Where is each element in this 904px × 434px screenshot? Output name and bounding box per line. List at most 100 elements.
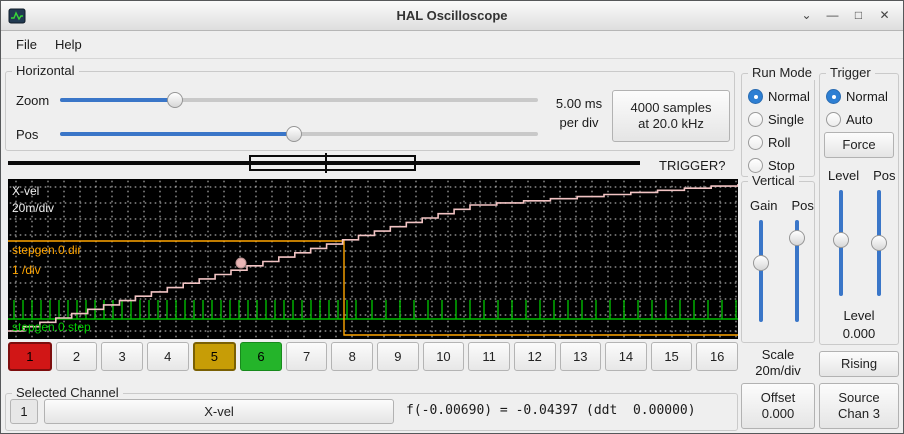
radio-label: Normal [846, 89, 888, 104]
vertical-legend: Vertical [748, 173, 799, 188]
pos-slider-fill [60, 132, 294, 136]
hal-oscilloscope-window: HAL Oscilloscope ⌄ — □ ✕ File Help Horiz… [0, 0, 904, 434]
channel-name-button[interactable]: X-vel [44, 399, 394, 424]
titlebar[interactable]: HAL Oscilloscope ⌄ — □ ✕ [1, 1, 903, 31]
source-caption: Source [838, 390, 879, 406]
trigger-level-caption: Level [820, 308, 898, 323]
channel-button-11[interactable]: 11 [468, 342, 510, 371]
radio-icon [826, 89, 841, 104]
radio-label: Single [768, 112, 804, 127]
run-mode-option-roll[interactable]: Roll [748, 134, 810, 151]
channel-button-8[interactable]: 8 [331, 342, 373, 371]
vertical-group: Vertical Gain Pos [741, 181, 815, 343]
pos-label: Pos [16, 127, 60, 142]
trigger-option-normal[interactable]: Normal [826, 88, 888, 105]
close-icon[interactable]: ✕ [876, 7, 893, 24]
samples-button[interactable]: 4000 samples at 20.0 kHz [612, 90, 730, 142]
channel-button-13[interactable]: 13 [560, 342, 602, 371]
trigger-level-value: 0.000 [820, 326, 898, 341]
gain-label: Gain [750, 198, 777, 213]
pos-slider-thumb[interactable] [286, 126, 302, 142]
channel-button-1[interactable]: 1 [8, 342, 52, 371]
run-mode-option-single[interactable]: Single [748, 111, 810, 128]
trigger-status-label: TRIGGER? [659, 158, 725, 173]
vertical-pos-label: Pos [791, 198, 813, 213]
zoom-slider[interactable] [60, 91, 538, 109]
channel-button-7[interactable]: 7 [286, 342, 328, 371]
channel-button-3[interactable]: 3 [101, 342, 143, 371]
radio-icon [748, 158, 763, 173]
edge-button[interactable]: Rising [819, 351, 899, 377]
channel-button-2[interactable]: 2 [56, 342, 98, 371]
dir-scale-label: 1 /div [12, 263, 41, 277]
trigger-pos-slider[interactable] [870, 190, 888, 296]
channel-button-14[interactable]: 14 [605, 342, 647, 371]
step-signal-label: stepgen.0.step [12, 320, 91, 334]
channel-value-readout: f(-0.00690) = -0.04397 (ddt 0.00000) [406, 403, 696, 418]
trigger-position-marker [325, 153, 327, 173]
channel-button-10[interactable]: 10 [423, 342, 465, 371]
trigger-option-auto[interactable]: Auto [826, 111, 888, 128]
zoom-label: Zoom [16, 93, 60, 108]
channel-button-15[interactable]: 15 [651, 342, 693, 371]
zoom-slider-thumb[interactable] [167, 92, 183, 108]
radio-icon [748, 89, 763, 104]
gain-slider[interactable] [752, 220, 770, 322]
dir-signal-label: stepgen.0.dir [12, 243, 81, 257]
trigger-source-button[interactable]: Source Chan 3 [819, 383, 899, 429]
trigger-level-label: Level [828, 168, 859, 183]
scope-svg [8, 179, 738, 339]
vertical-pos-slider[interactable] [788, 220, 806, 322]
shade-icon[interactable]: ⌄ [798, 7, 815, 24]
menu-help[interactable]: Help [46, 34, 91, 55]
radio-label: Stop [768, 158, 795, 173]
force-button[interactable]: Force [824, 132, 894, 158]
radio-icon [748, 112, 763, 127]
window-controls: ⌄ — □ ✕ [798, 7, 903, 24]
source-value: Chan 3 [838, 406, 880, 422]
run-mode-options: Normal Single Roll Stop [748, 88, 810, 174]
channel-button-12[interactable]: 12 [514, 342, 556, 371]
channel-button-16[interactable]: 16 [696, 342, 738, 371]
radio-label: Normal [768, 89, 810, 104]
trigger-group: Trigger NormalAuto Force Level Pos Level… [819, 73, 899, 345]
radio-icon [748, 135, 763, 150]
maximize-icon[interactable]: □ [850, 7, 867, 24]
selected-channel-group: Selected Channel 1 X-vel f(-0.00690) = -… [5, 393, 738, 431]
menu-file[interactable]: File [7, 34, 46, 55]
run-mode-option-normal[interactable]: Normal [748, 88, 810, 105]
samples-line2: at 20.0 kHz [638, 116, 704, 132]
trigger-pos-slider-thumb[interactable] [871, 235, 887, 251]
horizontal-legend: Horizontal [12, 63, 79, 78]
time-per-div-value: 5.00 ms [548, 94, 610, 113]
time-per-div: 5.00 ms per div [548, 94, 610, 132]
run-mode-option-stop[interactable]: Stop [748, 157, 810, 174]
channel-button-9[interactable]: 9 [377, 342, 419, 371]
zoom-slider-fill [60, 98, 175, 102]
channel-button-6[interactable]: 6 [240, 342, 282, 371]
channel-button-4[interactable]: 4 [147, 342, 189, 371]
trigger-options: Normal Auto [826, 88, 888, 128]
pos-slider[interactable] [60, 125, 538, 143]
gain-slider-thumb[interactable] [753, 255, 769, 271]
offset-button[interactable]: Offset 0.000 [741, 383, 815, 429]
vertical-pos-slider-thumb[interactable] [789, 230, 805, 246]
app-icon [8, 7, 26, 25]
selected-channel-legend: Selected Channel [12, 385, 123, 400]
radio-label: Roll [768, 135, 790, 150]
trigger-level-slider-thumb[interactable] [833, 232, 849, 248]
run-mode-legend: Run Mode [748, 65, 816, 80]
trigger-level-slider[interactable] [832, 190, 850, 296]
channel-scale-label: 20m/div [12, 201, 54, 215]
menubar: File Help [1, 31, 903, 59]
run-mode-group: Run Mode NormalSingleRollStop [741, 73, 815, 177]
window-title: HAL Oscilloscope [1, 8, 903, 23]
minimize-icon[interactable]: — [824, 7, 841, 24]
scope-display[interactable]: X-vel 20m/div stepgen.0.dir 1 /div stepg… [8, 179, 738, 339]
channel-button-5[interactable]: 5 [193, 342, 237, 371]
trigger-pos-label: Pos [873, 168, 895, 183]
offset-value: 0.000 [762, 406, 795, 422]
horizontal-group: Horizontal Zoom Pos 5.00 ms per div 4000… [5, 71, 735, 151]
offset-caption: Offset [761, 390, 795, 406]
channel-button-row: 12345678910111213141516 [8, 342, 738, 371]
